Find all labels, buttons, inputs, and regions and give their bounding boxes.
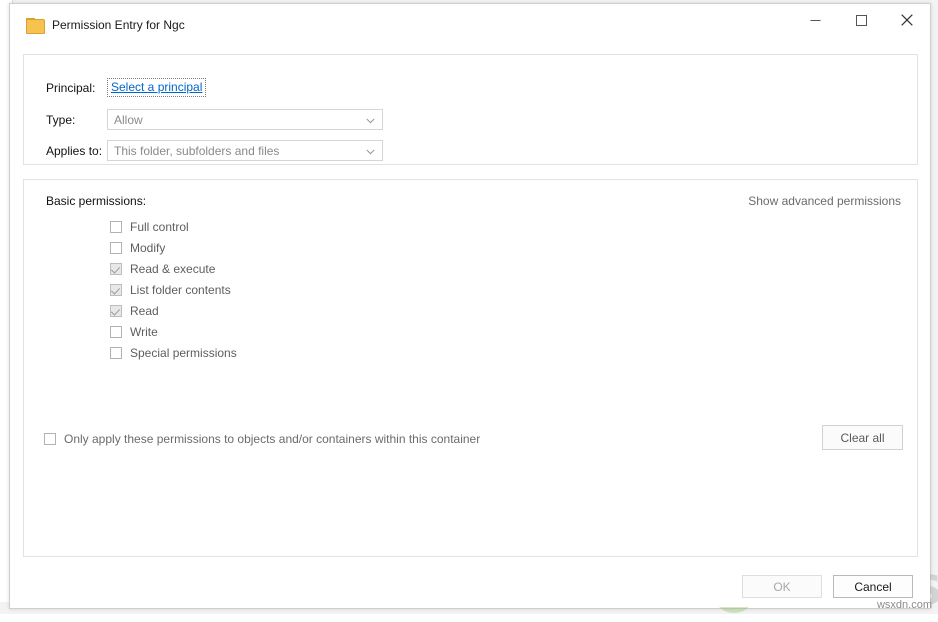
- type-label: Type:: [46, 112, 76, 127]
- close-icon[interactable]: [884, 4, 930, 36]
- minimize-icon[interactable]: [792, 4, 838, 36]
- permission-item-list-folder-contents[interactable]: List folder contents: [110, 279, 237, 300]
- permission-item-write[interactable]: Write: [110, 321, 237, 342]
- permission-item-special-permissions[interactable]: Special permissions: [110, 342, 237, 363]
- permission-label: Read & execute: [130, 261, 216, 276]
- dialog-footer: OK Cancel: [10, 566, 930, 607]
- permission-item-read-execute[interactable]: Read & execute: [110, 258, 237, 279]
- only-apply-label: Only apply these permissions to objects …: [64, 432, 481, 446]
- folder-icon: [26, 18, 45, 34]
- cancel-button[interactable]: Cancel: [833, 575, 913, 598]
- select-a-principal-link[interactable]: Select a principal: [107, 78, 207, 97]
- permissions-group: Basic permissions: Show advanced permiss…: [23, 179, 938, 613]
- principal-label: Principal:: [46, 80, 96, 95]
- permission-item-full-control[interactable]: Full control: [110, 216, 237, 237]
- maximize-icon[interactable]: [838, 4, 884, 36]
- type-dropdown[interactable]: Allow: [107, 109, 383, 130]
- basic-permissions-label: Basic permissions:: [46, 194, 147, 208]
- chevron-down-icon: [366, 144, 375, 158]
- checkbox-special-permissions[interactable]: [110, 346, 122, 359]
- chevron-down-icon: [366, 113, 375, 127]
- permission-item-read[interactable]: Read: [110, 300, 237, 321]
- checkbox-modify[interactable]: [110, 241, 122, 254]
- site-url-watermark: wsxdn.com: [876, 599, 932, 611]
- dialog-content: Principal: Select a principal Type: Allo…: [10, 46, 938, 613]
- permission-label: Modify: [130, 240, 166, 255]
- permission-label: Full control: [130, 219, 189, 234]
- principal-row: Principal: Select a principal: [46, 78, 207, 97]
- permissions-checkbox-list: Full control Modify Read & execute List …: [110, 216, 237, 363]
- permission-label: Read: [130, 303, 159, 318]
- permission-label: List folder contents: [130, 282, 231, 297]
- show-advanced-permissions-link[interactable]: Show advanced permissions: [748, 194, 901, 208]
- checkbox-only-apply[interactable]: [44, 433, 56, 445]
- type-row: Type: Allow: [46, 109, 383, 130]
- window-title: Permission Entry for Ngc: [52, 18, 185, 32]
- checkbox-list-folder-contents[interactable]: [110, 283, 122, 296]
- type-value: Allow: [114, 112, 143, 127]
- only-apply-row[interactable]: Only apply these permissions to objects …: [44, 432, 480, 446]
- permission-item-modify[interactable]: Modify: [110, 237, 237, 258]
- clear-all-button[interactable]: Clear all: [822, 425, 903, 450]
- principal-group: Principal: Select a principal Type: Allo…: [23, 54, 918, 165]
- applies-to-row: Applies to: This folder, subfolders and …: [46, 140, 383, 161]
- checkbox-full-control[interactable]: [110, 220, 122, 233]
- applies-to-dropdown[interactable]: This folder, subfolders and files: [107, 140, 383, 161]
- desktop-background: Permission Entry for Ngc Principal: Sele…: [0, 0, 938, 614]
- permission-label: Write: [130, 324, 158, 339]
- permission-label: Special permissions: [130, 345, 237, 360]
- checkbox-read[interactable]: [110, 304, 122, 317]
- permission-entry-dialog: Permission Entry for Ngc Principal: Sele…: [9, 3, 938, 613]
- checkbox-write[interactable]: [110, 325, 122, 338]
- title-bar: Permission Entry for Ngc: [10, 4, 930, 47]
- applies-to-value: This folder, subfolders and files: [114, 143, 280, 158]
- applies-to-label: Applies to:: [46, 143, 103, 158]
- ok-button[interactable]: OK: [742, 575, 822, 598]
- checkbox-read-execute[interactable]: [110, 262, 122, 275]
